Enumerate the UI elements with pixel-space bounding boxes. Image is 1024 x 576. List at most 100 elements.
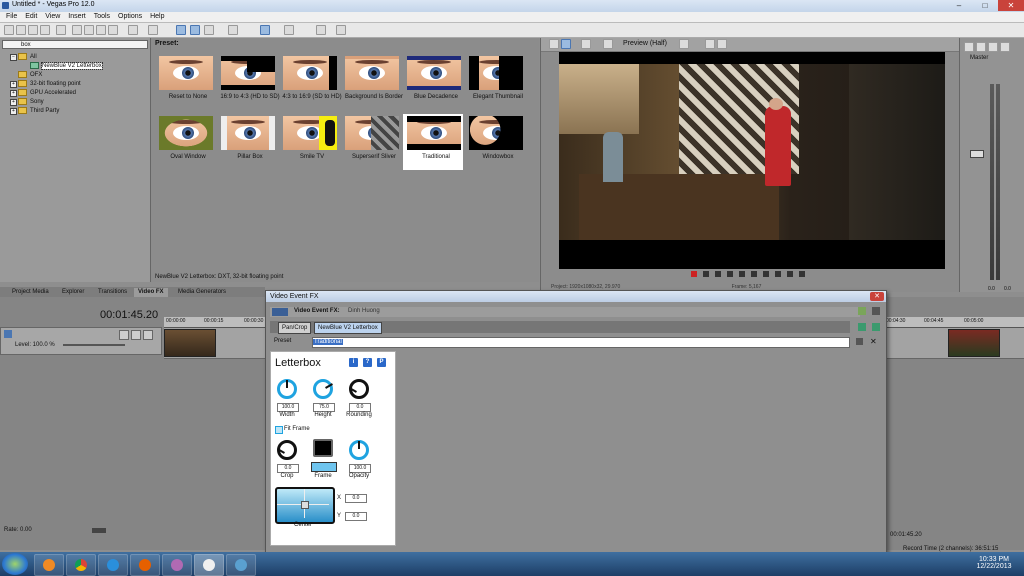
menu-tools[interactable]: Tools	[94, 12, 110, 22]
tree-item-newblue-letterbox[interactable]: NewBlue V2 Letterbox	[30, 62, 103, 71]
rate-slider[interactable]	[92, 528, 106, 533]
taskbar-app-2[interactable]	[226, 554, 256, 576]
preview-color-icon[interactable]	[679, 39, 689, 49]
master-fx-icon[interactable]	[976, 42, 986, 52]
chain-pan-crop-button[interactable]: Pan/Crop	[278, 322, 312, 334]
bypass-icon[interactable]	[858, 307, 866, 315]
menu-options[interactable]: Options	[118, 12, 142, 22]
close-button[interactable]: ✕	[998, 0, 1024, 11]
plugin-chain-icon[interactable]	[858, 323, 866, 331]
lock-envelopes-icon[interactable]	[284, 25, 294, 35]
track-level-slider[interactable]	[63, 344, 125, 346]
snapping-icon[interactable]	[260, 25, 270, 35]
crop-value-field[interactable]: 0.0	[277, 464, 299, 473]
start-button[interactable]	[2, 553, 28, 575]
taskbar-vegas[interactable]	[194, 554, 224, 576]
presets-button[interactable]: P	[377, 358, 386, 367]
center-y-field[interactable]: 0.0	[345, 512, 367, 521]
taskbar-internet-explorer[interactable]	[98, 554, 128, 576]
menu-edit[interactable]: Edit	[25, 12, 37, 22]
envelope-tool-icon[interactable]	[190, 25, 200, 35]
redo-icon[interactable]	[148, 25, 158, 35]
play-button[interactable]	[727, 271, 733, 277]
crop-knob[interactable]	[277, 440, 297, 460]
save-preset-icon[interactable]	[856, 338, 863, 345]
remove-plugin-icon[interactable]	[872, 323, 880, 331]
taskbar-firefox[interactable]	[130, 554, 160, 576]
split-screen-icon[interactable]	[581, 39, 591, 49]
tree-item-gpu[interactable]: + GPU Accelerated	[10, 89, 76, 97]
save-icon[interactable]	[28, 25, 38, 35]
menu-insert[interactable]: Insert	[68, 12, 86, 22]
loop-button[interactable]	[703, 271, 709, 277]
tree-item-ofx[interactable]: OFX	[18, 71, 42, 79]
external-monitor-icon[interactable]	[561, 39, 571, 49]
master-fader-handle[interactable]	[970, 150, 984, 158]
video-clip[interactable]	[164, 329, 216, 357]
preset-thumbnail[interactable]: Elegant Thumbnail	[465, 54, 525, 110]
preset-dropdown[interactable]: Traditional	[312, 337, 850, 348]
center-handle[interactable]	[301, 501, 309, 509]
frame-color-swatch[interactable]	[313, 439, 333, 457]
properties-icon[interactable]	[40, 25, 50, 35]
explorer-search-input[interactable]: box	[2, 40, 148, 49]
preset-thumbnail[interactable]: Reset to None	[155, 54, 215, 110]
save-snapshot-icon[interactable]	[717, 39, 727, 49]
preset-thumbnail[interactable]: Superserif Sliver	[341, 114, 401, 170]
ignore-grouping-icon[interactable]	[316, 25, 326, 35]
go-end-button[interactable]	[775, 271, 781, 277]
copy-icon[interactable]	[84, 25, 94, 35]
preset-thumbnail[interactable]: 16:9 to 4:3 (HD to SD)	[217, 54, 280, 110]
tree-item-sony[interactable]: + Sony	[10, 98, 44, 106]
record-button[interactable]	[691, 271, 697, 277]
width-knob[interactable]	[277, 379, 297, 399]
preset-thumbnail[interactable]: Smile TV	[279, 114, 339, 170]
pause-button[interactable]	[739, 271, 745, 277]
video-clip[interactable]	[948, 329, 1000, 357]
stop-button[interactable]	[751, 271, 757, 277]
maximize-button[interactable]: □	[972, 0, 998, 11]
play-start-button[interactable]	[715, 271, 721, 277]
rounding-value-field[interactable]: 0.0	[349, 403, 371, 412]
master-properties-icon[interactable]	[964, 42, 974, 52]
taskbar-app[interactable]	[162, 554, 192, 576]
tab-video-fx[interactable]: Video FX	[134, 288, 168, 297]
tree-item-all[interactable]: − All	[10, 53, 37, 61]
cut-icon[interactable]	[72, 25, 82, 35]
new-project-icon[interactable]	[4, 25, 14, 35]
open-icon[interactable]	[16, 25, 26, 35]
track-mute-icon[interactable]	[143, 330, 153, 340]
info-button[interactable]: i	[349, 358, 358, 367]
prev-frame-button[interactable]	[787, 271, 793, 277]
track-motion-icon[interactable]	[119, 330, 129, 340]
video-track-header[interactable]: Level: 100.0 %	[0, 327, 162, 355]
menu-help[interactable]: Help	[150, 12, 164, 22]
preset-thumbnail[interactable]: Background Is Border	[341, 54, 403, 110]
center-position-pad[interactable]	[275, 487, 335, 524]
preset-thumbnail[interactable]: Blue Decadence	[403, 54, 463, 110]
render-icon[interactable]	[56, 25, 66, 35]
tab-media-generators[interactable]: Media Generators	[174, 288, 230, 297]
master-solo-icon[interactable]	[1000, 42, 1010, 52]
minimize-button[interactable]: –	[946, 0, 972, 11]
go-start-button[interactable]	[763, 271, 769, 277]
dialog-close-button[interactable]: ✕	[870, 292, 884, 301]
taskbar-chrome[interactable]	[66, 554, 96, 576]
online-help-icon[interactable]	[336, 25, 346, 35]
tab-explorer[interactable]: Explorer	[58, 288, 88, 297]
tab-transitions[interactable]: Transitions	[94, 288, 131, 297]
selection-tool-icon[interactable]	[204, 25, 214, 35]
taskbar-media-player[interactable]	[34, 554, 64, 576]
opacity-value-field[interactable]: 100.0	[349, 464, 371, 473]
track-fx-icon[interactable]	[131, 330, 141, 340]
fit-frame-checkbox[interactable]	[275, 426, 283, 434]
frame-color-picker-button[interactable]	[311, 462, 337, 472]
help-button[interactable]: ?	[363, 358, 372, 367]
paste-icon[interactable]	[96, 25, 106, 35]
auto-ripple-icon[interactable]	[228, 25, 238, 35]
height-knob[interactable]	[313, 379, 333, 399]
master-mute-icon[interactable]	[988, 42, 998, 52]
rounding-knob[interactable]	[349, 379, 369, 399]
menu-view[interactable]: View	[45, 12, 60, 22]
preset-thumbnail[interactable]: 4:3 to 16:9 (SD to HD)	[279, 54, 342, 110]
